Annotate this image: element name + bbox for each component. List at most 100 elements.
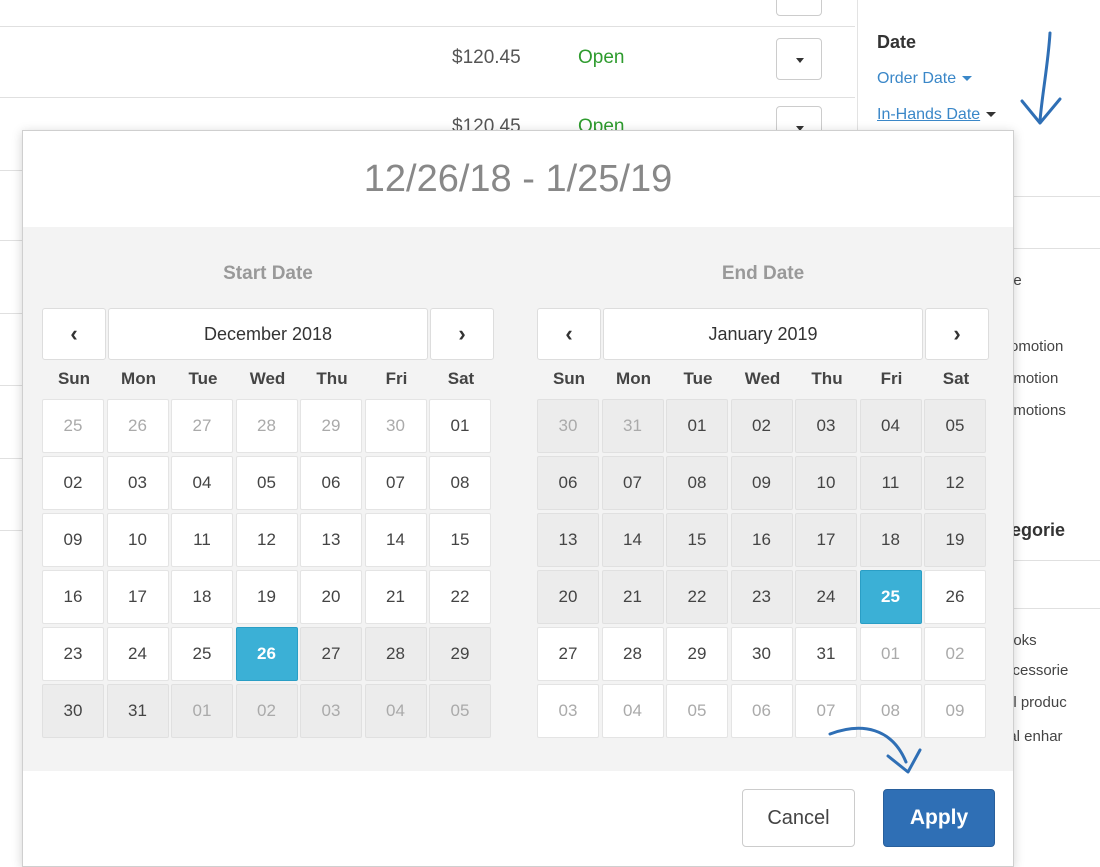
calendar-day[interactable]: 15: [429, 513, 491, 567]
calendar-day[interactable]: 21: [364, 570, 427, 624]
calendar-day[interactable]: 23: [730, 570, 793, 624]
calendar-day[interactable]: 27: [300, 627, 362, 681]
calendar-day[interactable]: 06: [537, 456, 599, 510]
calendar-day[interactable]: 24: [106, 627, 169, 681]
calendar-day[interactable]: 02: [42, 456, 104, 510]
calendar-day[interactable]: 01: [666, 399, 728, 453]
order-date-dropdown[interactable]: Order Date: [877, 70, 973, 88]
calendar-day[interactable]: 06: [300, 456, 362, 510]
calendar-day[interactable]: 13: [537, 513, 599, 567]
calendar-day[interactable]: 07: [364, 456, 427, 510]
calendar-day[interactable]: 14: [364, 513, 427, 567]
calendar-day[interactable]: 01: [429, 399, 491, 453]
calendar-day[interactable]: 25: [171, 627, 233, 681]
calendar-day[interactable]: 12: [235, 513, 298, 567]
calendar-day[interactable]: 08: [429, 456, 491, 510]
calendar-day[interactable]: 11: [171, 513, 233, 567]
calendar-day[interactable]: 18: [171, 570, 233, 624]
calendar-day[interactable]: 09: [42, 513, 104, 567]
prev-month-button[interactable]: ‹: [537, 308, 601, 360]
calendar-day[interactable]: 23: [42, 627, 104, 681]
calendar-day[interactable]: 03: [106, 456, 169, 510]
category-option[interactable]: al produc: [1005, 694, 1067, 711]
calendar-day[interactable]: 08: [859, 684, 922, 738]
calendar-day[interactable]: 02: [924, 627, 986, 681]
calendar-day[interactable]: 04: [171, 456, 233, 510]
calendar-day[interactable]: 20: [300, 570, 362, 624]
calendar-day[interactable]: 28: [601, 627, 664, 681]
calendar-day[interactable]: 11: [859, 456, 922, 510]
calendar-day[interactable]: 30: [364, 399, 427, 453]
calendar-day[interactable]: 08: [666, 456, 728, 510]
calendar-day[interactable]: 18: [859, 513, 922, 567]
calendar-day[interactable]: 30: [42, 684, 104, 738]
calendar-day[interactable]: 07: [601, 456, 664, 510]
calendar-day[interactable]: 10: [795, 456, 857, 510]
calendar-day[interactable]: 19: [924, 513, 986, 567]
calendar-day[interactable]: 03: [795, 399, 857, 453]
apply-button[interactable]: Apply: [883, 789, 995, 847]
calendar-day[interactable]: 05: [429, 684, 491, 738]
calendar-day[interactable]: 29: [666, 627, 728, 681]
next-month-button[interactable]: ›: [925, 308, 989, 360]
calendar-day[interactable]: 31: [106, 684, 169, 738]
caret-down-icon: [986, 112, 997, 118]
row-action-dropdown[interactable]: [776, 38, 822, 80]
filter-option[interactable]: omotions: [1005, 402, 1066, 419]
calendar-day[interactable]: 04: [859, 399, 922, 453]
calendar-day[interactable]: 22: [429, 570, 491, 624]
calendar-day[interactable]: 30: [730, 627, 793, 681]
calendar-day[interactable]: 26: [106, 399, 169, 453]
calendar-day[interactable]: 19: [235, 570, 298, 624]
calendar-day[interactable]: 29: [300, 399, 362, 453]
calendar-day[interactable]: 27: [537, 627, 599, 681]
cancel-button[interactable]: Cancel: [742, 789, 855, 847]
calendar-day[interactable]: 05: [924, 399, 986, 453]
calendar-day[interactable]: 01: [171, 684, 233, 738]
in-hands-date-dropdown[interactable]: In-Hands Date: [877, 106, 997, 124]
calendar-day[interactable]: 26: [924, 570, 986, 624]
calendar-day[interactable]: 04: [601, 684, 664, 738]
calendar-day[interactable]: 02: [730, 399, 793, 453]
calendar-day[interactable]: 24: [795, 570, 857, 624]
prev-month-button[interactable]: ‹: [42, 308, 106, 360]
calendar-day[interactable]: 16: [42, 570, 104, 624]
calendar-day[interactable]: 05: [666, 684, 728, 738]
calendar-day[interactable]: 17: [106, 570, 169, 624]
calendar-day[interactable]: 20: [537, 570, 599, 624]
row-action-dropdown[interactable]: [776, 0, 822, 16]
calendar-day[interactable]: 30: [537, 399, 599, 453]
month-label[interactable]: December 2018: [108, 308, 428, 360]
calendar-day[interactable]: 25: [42, 399, 104, 453]
calendar-day[interactable]: 25: [859, 570, 922, 624]
calendar-day[interactable]: 27: [171, 399, 233, 453]
calendar-day[interactable]: 07: [795, 684, 857, 738]
calendar-day[interactable]: 16: [730, 513, 793, 567]
calendar-day[interactable]: 17: [795, 513, 857, 567]
calendar-day[interactable]: 03: [300, 684, 362, 738]
calendar-day[interactable]: 03: [537, 684, 599, 738]
calendar-day[interactable]: 01: [859, 627, 922, 681]
calendar-day[interactable]: 06: [730, 684, 793, 738]
calendar-day[interactable]: 13: [300, 513, 362, 567]
calendar-day[interactable]: 22: [666, 570, 728, 624]
calendar-day[interactable]: 15: [666, 513, 728, 567]
category-option[interactable]: ccessorie: [1005, 662, 1068, 679]
month-label[interactable]: January 2019: [603, 308, 923, 360]
calendar-day[interactable]: 31: [601, 399, 664, 453]
calendar-day[interactable]: 09: [924, 684, 986, 738]
calendar-day[interactable]: 04: [364, 684, 427, 738]
calendar-day[interactable]: 28: [364, 627, 427, 681]
calendar-day[interactable]: 02: [235, 684, 298, 738]
calendar-day[interactable]: 31: [795, 627, 857, 681]
calendar-day[interactable]: 14: [601, 513, 664, 567]
calendar-day[interactable]: 28: [235, 399, 298, 453]
calendar-day[interactable]: 10: [106, 513, 169, 567]
calendar-day[interactable]: 09: [730, 456, 793, 510]
calendar-day[interactable]: 21: [601, 570, 664, 624]
next-month-button[interactable]: ›: [430, 308, 494, 360]
calendar-day[interactable]: 05: [235, 456, 298, 510]
calendar-day[interactable]: 12: [924, 456, 986, 510]
calendar-day[interactable]: 26: [235, 627, 298, 681]
calendar-day[interactable]: 29: [429, 627, 491, 681]
